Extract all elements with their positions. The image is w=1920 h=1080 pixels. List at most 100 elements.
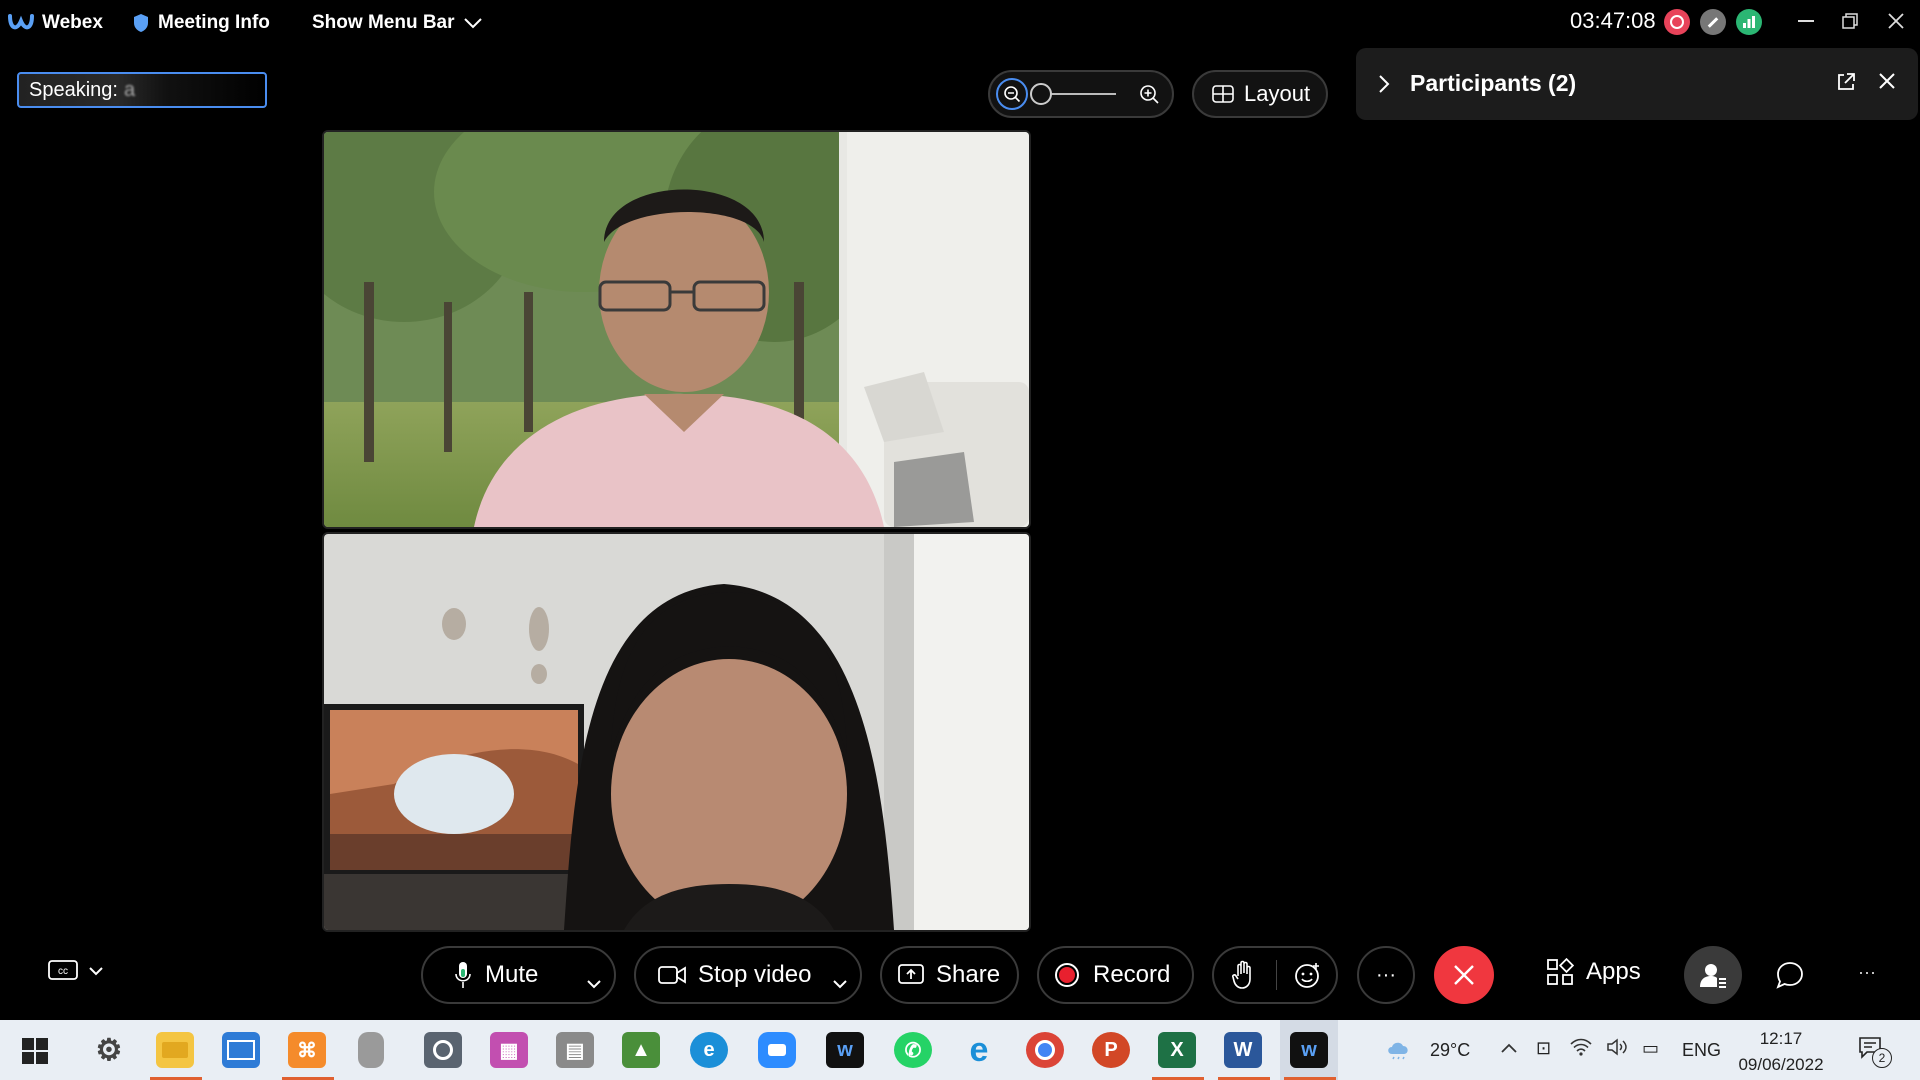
show-hidden-icons-button[interactable]: [1500, 1038, 1518, 1059]
file-explorer-taskbar-icon[interactable]: [156, 1032, 194, 1068]
popout-participants-button[interactable]: [1836, 72, 1856, 97]
clock[interactable]: 12:17 09/06/2022: [1736, 1026, 1826, 1078]
share-button[interactable]: Share: [880, 946, 1019, 1004]
notifications-button[interactable]: 2: [1858, 1036, 1892, 1068]
layout-button[interactable]: Layout: [1192, 70, 1328, 118]
stop-video-label: Stop video: [698, 961, 812, 988]
reactions-button[interactable]: [1294, 961, 1322, 996]
zoom-taskbar-icon[interactable]: [758, 1032, 796, 1068]
chevron-right-icon: [1379, 75, 1390, 93]
app-name: Webex: [42, 12, 103, 33]
webex-logo-icon: [8, 14, 34, 30]
zoom-out-icon: [1004, 86, 1021, 103]
app-title[interactable]: Webex: [8, 10, 103, 36]
reactions-group: [1212, 946, 1338, 1004]
meeting-timer: 03:47:08: [1570, 8, 1656, 33]
closed-captions-icon: cc: [48, 960, 78, 980]
participants-toggle-button[interactable]: [1684, 946, 1742, 1004]
chevron-up-icon: [1501, 1043, 1517, 1053]
participants-icon: [1700, 964, 1726, 988]
chat-button[interactable]: [1776, 961, 1804, 994]
recording-status-icon[interactable]: [1664, 9, 1690, 35]
participants-panel-header: Participants (2): [1356, 48, 1918, 120]
meeting-info-button[interactable]: Meeting Info: [132, 10, 270, 36]
settings-taskbar-icon[interactable]: ⚙: [90, 1032, 128, 1068]
active-speaker-indicator: Speaking: a: [17, 72, 267, 108]
record-icon: [1055, 963, 1079, 987]
speaker-name: a: [123, 78, 136, 101]
chevron-down-icon: [89, 967, 103, 976]
share-screen-icon: [898, 964, 924, 984]
microphone-taskbar-icon[interactable]: [358, 1032, 384, 1068]
mute-control: Mute: [421, 946, 616, 1004]
show-menu-bar-label: Show Menu Bar: [312, 12, 455, 33]
emoji-reaction-icon: [1295, 963, 1319, 988]
webex-active-taskbar-icon[interactable]: w: [1290, 1032, 1328, 1068]
close-icon: [1879, 73, 1895, 89]
weather-icon[interactable]: [1384, 1036, 1414, 1060]
divider: [1276, 960, 1277, 990]
control-panel-taskbar-icon[interactable]: [222, 1032, 260, 1068]
participant-video-tile[interactable]: [322, 130, 1031, 529]
minimize-button[interactable]: [1786, 4, 1826, 38]
clock-time: 12:17: [1759, 1029, 1803, 1048]
scanner-taskbar-icon[interactable]: ▤: [556, 1032, 594, 1068]
chrome-taskbar-icon[interactable]: [1026, 1032, 1064, 1068]
apps-button[interactable]: Apps: [1546, 958, 1641, 986]
network-status-icon[interactable]: [1700, 9, 1726, 35]
zoom-in-icon: [1140, 85, 1159, 104]
closed-captions-button[interactable]: cc: [48, 960, 104, 982]
participant-video-tile[interactable]: [322, 532, 1031, 932]
clock-date: 09/06/2022: [1738, 1055, 1824, 1074]
internet-explorer-taskbar-icon[interactable]: e: [960, 1031, 998, 1069]
start-button[interactable]: [22, 1038, 48, 1069]
stop-video-button[interactable]: Stop video: [636, 961, 811, 989]
expand-participants-button[interactable]: [1378, 74, 1390, 99]
close-participants-button[interactable]: [1878, 72, 1896, 95]
webex-taskbar-icon[interactable]: w: [826, 1032, 864, 1068]
participant-video-feed: [324, 132, 1029, 527]
wifi-icon[interactable]: [1570, 1038, 1592, 1061]
video-options-button[interactable]: [832, 968, 848, 996]
more-options-button[interactable]: ···: [1357, 946, 1415, 1004]
meet-now-icon[interactable]: ⊡: [1536, 1038, 1551, 1059]
microphone-icon: [455, 962, 471, 988]
show-menu-bar-button[interactable]: Show Menu Bar: [312, 10, 483, 36]
whatsapp-taskbar-icon[interactable]: ✆: [894, 1032, 932, 1068]
raise-hand-icon: [1232, 960, 1251, 989]
camera-taskbar-icon[interactable]: [424, 1032, 462, 1068]
edge-taskbar-icon[interactable]: e: [690, 1032, 728, 1068]
volume-icon[interactable]: [1606, 1038, 1630, 1061]
zoom-slider-handle[interactable]: [1030, 83, 1052, 105]
windows-logo-icon: [22, 1038, 48, 1064]
mute-button[interactable]: Mute: [423, 961, 538, 989]
powerpoint-taskbar-icon[interactable]: P: [1092, 1032, 1130, 1068]
weather-temperature[interactable]: 29°C: [1430, 1040, 1470, 1061]
layout-grid-icon: [1212, 85, 1234, 103]
mute-label: Mute: [485, 961, 539, 988]
leave-meeting-button[interactable]: [1434, 946, 1494, 1004]
popout-icon: [1838, 73, 1855, 90]
restore-button[interactable]: [1830, 4, 1870, 38]
zoom-out-button[interactable]: [996, 78, 1028, 110]
paint-taskbar-icon[interactable]: ▦: [490, 1032, 528, 1068]
video-zoom-control: [988, 70, 1174, 118]
zoom-in-button[interactable]: [1138, 83, 1160, 110]
photo-viewer-taskbar-icon[interactable]: ▲: [622, 1032, 660, 1068]
word-taskbar-icon[interactable]: W: [1224, 1032, 1262, 1068]
record-button[interactable]: Record: [1037, 946, 1194, 1004]
audio-options-button[interactable]: [586, 968, 602, 996]
share-label: Share: [936, 961, 1001, 988]
battery-icon[interactable]: ▭: [1642, 1038, 1659, 1059]
video-control: Stop video: [634, 946, 862, 1004]
apps-grid-icon: [1547, 958, 1574, 985]
excel-taskbar-icon[interactable]: X: [1158, 1032, 1196, 1068]
raise-hand-button[interactable]: [1232, 960, 1256, 997]
audio-stats-icon[interactable]: [1736, 9, 1762, 35]
participants-title: Participants (2): [1410, 70, 1577, 96]
input-language[interactable]: ENG: [1682, 1040, 1721, 1061]
close-icon: [1454, 965, 1474, 985]
xampp-taskbar-icon[interactable]: ⌘: [288, 1032, 326, 1068]
overflow-menu-button[interactable]: ···: [1858, 962, 1876, 983]
close-window-button[interactable]: [1876, 4, 1916, 38]
